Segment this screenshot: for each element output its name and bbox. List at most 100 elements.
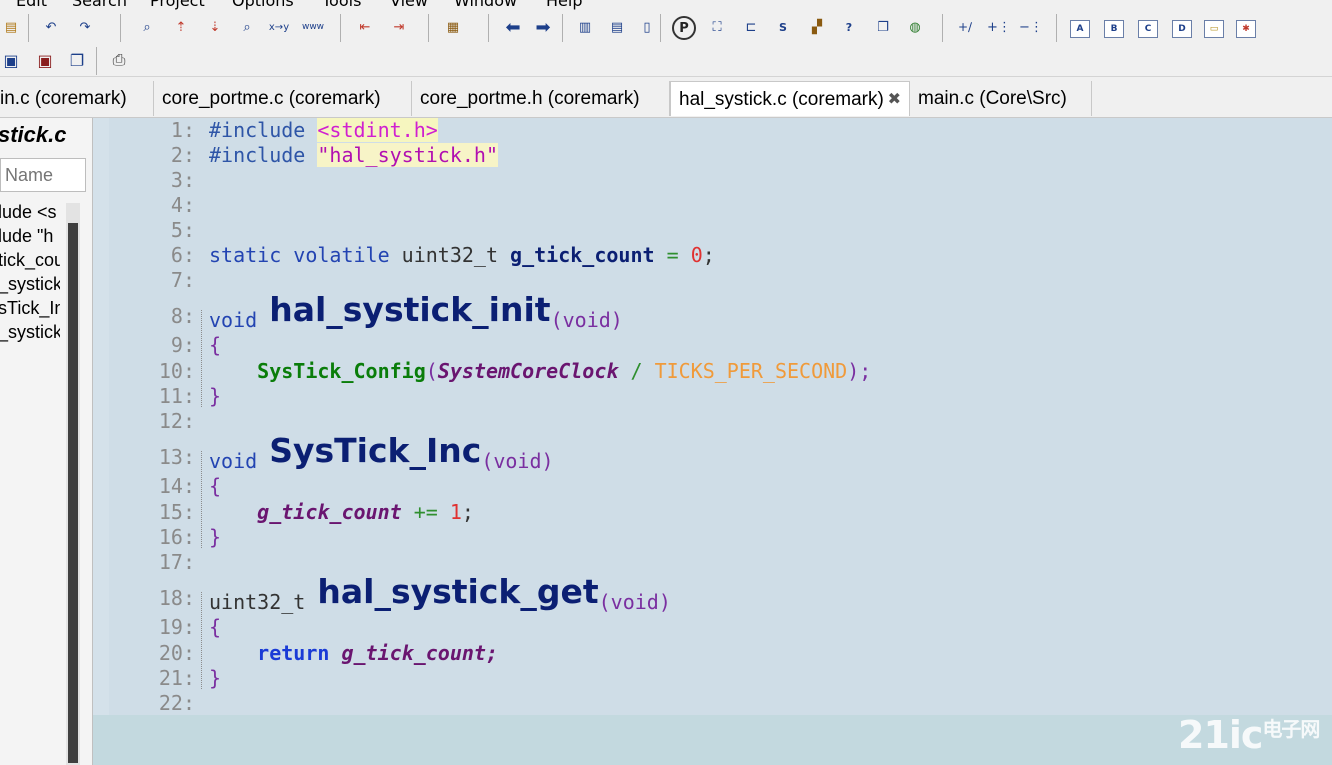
macro-name: TICKS_PER_SECOND [654, 359, 848, 383]
file-toolbar: ▣ ▣ ❐ ⎙ [0, 46, 1332, 77]
menu-window[interactable]: Window [454, 0, 517, 10]
replace-icon[interactable]: x→y [268, 16, 290, 38]
menu-search[interactable]: Search [72, 0, 127, 10]
symbol-search-input[interactable] [0, 158, 86, 192]
toolbar-separator [1056, 14, 1057, 42]
back-icon[interactable]: ⬅ [502, 16, 524, 38]
code-editor[interactable]: 1: 2: 3: 4: 5: 6: 7: 8: 9: 10: 11: 12: 1… [93, 118, 1332, 715]
undo-icon[interactable]: ↶ [40, 16, 62, 38]
code-line: static volatile uint32_t g_tick_count = … [209, 243, 715, 267]
symbol-lookup-icon[interactable]: ▦ [442, 16, 464, 38]
tab-label: hal_systick.c (coremark) [679, 89, 884, 110]
bookmark-d-icon[interactable]: D [1172, 20, 1192, 38]
line-number: 12: [158, 409, 195, 433]
toolbar-separator [488, 14, 489, 42]
symbol-item[interactable]: lude <s [0, 202, 60, 223]
operator: += [413, 500, 438, 524]
collapse-icon[interactable]: −⋮ [1019, 16, 1043, 38]
toolbar-separator [428, 14, 429, 42]
bookmark-b-icon[interactable]: B [1104, 20, 1124, 38]
keyword: static [209, 243, 282, 267]
code-line: SysTick_Config(SystemCoreClock / TICKS_P… [209, 359, 871, 383]
symbol-item[interactable]: tick_cou [0, 250, 60, 271]
line-number: 14: [158, 474, 195, 498]
editor-empty-area [93, 715, 1332, 765]
open-brace: { [209, 333, 222, 357]
menu-view[interactable]: View [390, 0, 428, 10]
open-brace: { [209, 474, 222, 498]
tab-main-c-core[interactable]: main.c (Core\Src) [910, 81, 1092, 116]
find-icon[interactable]: ⌕ [136, 16, 158, 38]
line-number: 15: [158, 500, 195, 524]
toolbar-separator [120, 14, 121, 42]
tab-core-portme-c[interactable]: core_portme.c (coremark) [154, 81, 412, 116]
menu-help[interactable]: Help [546, 0, 582, 10]
layout-rows-icon[interactable]: ▤ [606, 16, 628, 38]
print-icon[interactable]: ⎙ [108, 49, 130, 71]
tab-core-portme-h[interactable]: core_portme.h (coremark) [412, 81, 670, 116]
expand-icon[interactable]: +⋮ [987, 16, 1011, 38]
include-path: <stdint.h> [317, 118, 438, 142]
forward-icon[interactable]: ➡ [532, 16, 554, 38]
layout-columns-icon[interactable]: ▥ [574, 16, 596, 38]
find-down-icon[interactable]: ⇣ [204, 16, 226, 38]
globe-icon[interactable]: ◍ [904, 16, 926, 38]
paren: ); [847, 359, 872, 383]
redo-icon[interactable]: ↷ [74, 16, 96, 38]
code-line: uint32_t hal_systick_get(void) [209, 572, 671, 614]
help-icon[interactable]: ? [838, 16, 860, 38]
menu-tools[interactable]: Tools [322, 0, 361, 10]
new-window-icon[interactable]: ✱ [1236, 20, 1256, 38]
bookmark-next-icon[interactable]: ⇥ [388, 16, 410, 38]
line-number: 19: [158, 615, 195, 639]
line-number: 18: [158, 586, 195, 610]
line-number: 5: [170, 218, 195, 242]
bookmark-a-icon[interactable]: A [1070, 20, 1090, 38]
toolbar-separator [562, 14, 563, 42]
save-all-icon[interactable]: ❐ [66, 49, 88, 71]
fold-guide [201, 592, 203, 689]
save-icon[interactable]: ▣ [0, 49, 22, 71]
toolbar-separator [340, 14, 341, 42]
resize-icon[interactable]: ⛶ [706, 16, 728, 38]
tab-main-coremark[interactable]: in.c (coremark) [0, 81, 154, 116]
paste-icon[interactable]: ▤ [0, 16, 22, 38]
save-as-icon[interactable]: ▣ [34, 49, 56, 71]
menu-options[interactable]: Options [232, 0, 294, 10]
find-up-icon[interactable]: ⇡ [170, 16, 192, 38]
tree-icon[interactable]: ⊏ [740, 16, 762, 38]
line-number: 8: [170, 304, 195, 328]
line-number: 17: [158, 550, 195, 574]
fold-guide [201, 310, 203, 407]
menu-project[interactable]: Project [150, 0, 205, 10]
panel-scrollbar[interactable] [66, 203, 80, 765]
bookmark-prev-icon[interactable]: ⇤ [354, 16, 376, 38]
relation-icon[interactable]: ▞ [806, 16, 828, 38]
line-number: 2: [170, 143, 195, 167]
symbol-item[interactable]: _systick [0, 274, 60, 295]
symbol-item[interactable]: lude "h [0, 226, 60, 247]
web-search-icon[interactable]: www [302, 16, 324, 38]
keyword: volatile [293, 243, 390, 267]
folder-icon[interactable]: ▭ [1204, 20, 1224, 38]
bookmark-c-icon[interactable]: C [1138, 20, 1158, 38]
project-icon[interactable]: P [672, 16, 696, 40]
scrollbar-thumb[interactable] [68, 223, 78, 763]
layout-panel-icon[interactable]: ▯ [636, 16, 658, 38]
close-brace: } [209, 666, 222, 690]
toggle-expand-icon[interactable]: +∕ [954, 16, 976, 38]
tab-hal-systick-c[interactable]: hal_systick.c (coremark) ✖ [670, 81, 910, 116]
symbol-item[interactable]: sTick_In [0, 298, 60, 319]
line-number: 10: [158, 359, 195, 383]
close-icon[interactable]: ✖ [888, 82, 901, 116]
return-type: void [209, 308, 258, 332]
source-file-icon[interactable]: S [772, 16, 794, 38]
symbol-item[interactable]: _systick [0, 322, 60, 343]
menu-edit[interactable]: Edit [16, 0, 47, 10]
window-list-icon[interactable]: ❐ [872, 16, 894, 38]
toolbar-separator [660, 14, 661, 42]
include-path: "hal_systick.h" [317, 143, 498, 167]
code-line: #include <stdint.h> [209, 118, 438, 142]
find-files-icon[interactable]: ⌕ [236, 16, 258, 38]
keyword: return [257, 641, 330, 665]
